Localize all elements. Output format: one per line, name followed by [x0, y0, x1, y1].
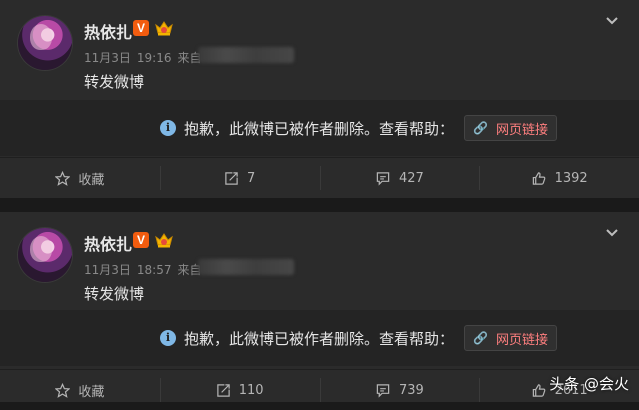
thumbs-up-icon [532, 171, 545, 185]
web-link-label: 网页链接 [495, 332, 548, 348]
link-icon: 🔗 [473, 331, 488, 345]
post-date: 11月3日 [84, 51, 131, 65]
repost-button[interactable]: 7 [159, 158, 320, 198]
favorite-label: 收藏 [78, 172, 105, 188]
comment-count: 427 [398, 170, 424, 186]
deleted-notice: i 抱歉，此微博已被作者删除。查看帮助： 🔗 网页链接 [0, 310, 639, 366]
repost-button[interactable]: 110 [159, 370, 320, 410]
deleted-message: 抱歉，此微博已被作者删除。查看帮助： [184, 119, 455, 138]
watermark: 头条 @会火 [549, 375, 629, 393]
post-time: 19:16 [136, 51, 172, 65]
like-button[interactable]: 1392 [479, 158, 639, 198]
avatar[interactable] [18, 16, 72, 70]
like-count: 1392 [554, 170, 588, 186]
comment-icon [376, 383, 390, 398]
verified-badge: V [133, 20, 149, 36]
post-meta: 11月3日 19:16 来自 [84, 49, 208, 66]
avatar[interactable] [18, 228, 72, 282]
web-link-label: 网页链接 [495, 122, 548, 138]
user-name[interactable]: 热依扎 [84, 19, 132, 43]
comment-count: 739 [398, 382, 424, 398]
chevron-down-icon[interactable] [605, 226, 619, 240]
comment-button[interactable]: 427 [319, 158, 480, 198]
post-card: 热依扎 V 11月3日 18:57 来自 转发微博 i 抱歉，此微博已被作者删除。查… [0, 212, 639, 402]
info-icon: i [160, 330, 176, 346]
star-icon [55, 382, 71, 398]
favorite-button[interactable]: 收藏 [0, 158, 160, 198]
favorite-label: 收藏 [78, 384, 105, 400]
action-bar: 收藏 110 739 2611 [0, 369, 639, 410]
post-time: 18:57 [136, 263, 172, 277]
repost-icon [216, 383, 230, 397]
user-name[interactable]: 热依扎 [84, 231, 132, 255]
post-card: 热依扎 V 11月3日 19:16 来自 转发微博 i 抱歉，此微博已被作者删除。查… [0, 0, 639, 198]
star-icon [55, 170, 71, 186]
deleted-message: 抱歉，此微博已被作者删除。查看帮助： [184, 329, 455, 348]
web-link-button[interactable]: 🔗 网页链接 [464, 325, 557, 351]
repost-count: 110 [238, 382, 264, 398]
comment-icon [376, 171, 390, 186]
blurred-source [198, 259, 294, 275]
repost-count: 7 [246, 170, 256, 186]
crown-icon [155, 21, 173, 36]
verified-badge: V [133, 232, 149, 248]
web-link-button[interactable]: 🔗 网页链接 [464, 115, 557, 141]
post-meta: 11月3日 18:57 来自 [84, 261, 208, 278]
post-text: 转发微博 [84, 285, 145, 303]
deleted-notice: i 抱歉，此微博已被作者删除。查看帮助： 🔗 网页链接 [0, 100, 639, 156]
crown-icon [155, 233, 173, 248]
thumbs-up-icon [532, 383, 545, 397]
blurred-source [198, 47, 294, 63]
favorite-button[interactable]: 收藏 [0, 370, 160, 410]
chevron-down-icon[interactable] [605, 14, 619, 28]
action-bar: 收藏 7 427 1392 [0, 157, 639, 198]
post-date: 11月3日 [84, 263, 131, 277]
repost-icon [225, 171, 238, 185]
link-icon: 🔗 [473, 121, 488, 135]
info-icon: i [160, 120, 176, 136]
post-text: 转发微博 [84, 73, 145, 91]
comment-button[interactable]: 739 [319, 370, 480, 410]
